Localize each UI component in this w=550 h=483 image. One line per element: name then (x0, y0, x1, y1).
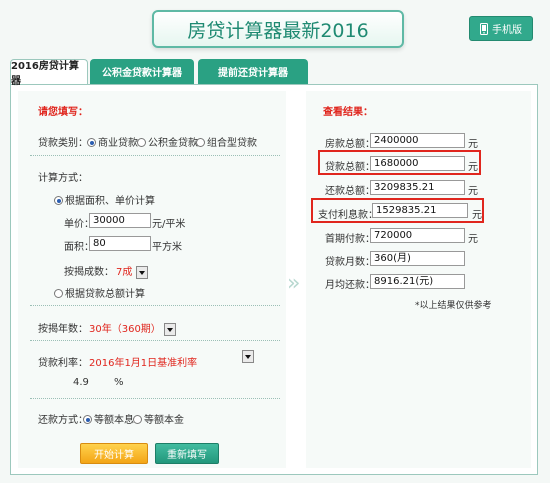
rate-value[interactable]: 4.9 (73, 377, 89, 388)
radio-icon (137, 138, 146, 147)
repay-equal-installment[interactable]: 等额本息 (83, 411, 134, 426)
start-calculate-button[interactable]: 开始计算 (80, 443, 148, 464)
divider (30, 398, 280, 399)
tab-label: 2016房贷计算器 (11, 61, 79, 87)
option-label: 等额本金 (144, 415, 184, 426)
calc-by-loan-option[interactable]: 根据贷款总额计算 (54, 285, 145, 300)
monthly-payment-field[interactable]: 8916.21(元) (370, 274, 465, 289)
down-payment-select[interactable]: 7成 (116, 263, 148, 279)
reset-button[interactable]: 重新填写 (155, 443, 219, 464)
tab-label: 提前还贷计算器 (218, 68, 288, 79)
repay-method-label: 还款方式： (38, 415, 88, 426)
page-title-box: 房贷计算器最新2016 (152, 10, 404, 48)
down-payment-label: 按揭成数： (64, 267, 114, 278)
dropdown-arrow-icon (242, 350, 254, 363)
result-disclaimer: *以上结果仅供参考 (415, 301, 492, 311)
result-section-title: 查看结果： (323, 107, 373, 118)
form-section-title: 请您填写： (38, 107, 88, 118)
radio-icon (83, 415, 92, 424)
rate-select-text[interactable]: 2016年1月1日基准利率 (89, 354, 197, 369)
loan-type-commercial[interactable]: 商业贷款 (87, 134, 138, 149)
loan-months-field[interactable]: 360(月) (370, 251, 465, 266)
rate-label: 贷款利率： (38, 358, 88, 369)
radio-icon (54, 196, 63, 205)
radio-icon (87, 138, 96, 147)
years-value: 30年（360期） (89, 324, 161, 335)
down-payment-value: 7成 (116, 267, 133, 278)
page-title: 房贷计算器最新2016 (187, 19, 369, 42)
result-label: 房款总额： (325, 139, 375, 150)
option-label: 根据面积、单价计算 (65, 196, 155, 207)
unit-price-unit: 元/平米 (152, 219, 186, 230)
years-label: 按揭年数： (38, 324, 88, 335)
result-label: 还款总额： (325, 186, 375, 197)
dropdown-arrow-icon (135, 265, 148, 279)
divider (30, 340, 280, 341)
mobile-version-button[interactable]: 手机版 (469, 16, 533, 41)
result-unit: 元 (468, 186, 478, 197)
rate-select-arrow[interactable] (242, 350, 254, 363)
result-label: 贷款月数： (325, 257, 375, 268)
divider (30, 155, 280, 156)
area-input[interactable]: 80 (89, 236, 151, 251)
interest-total-highlight (311, 198, 484, 223)
rate-unit: % (114, 377, 124, 388)
result-label: 月均还款： (325, 280, 375, 291)
repay-total-field[interactable]: 3209835.21 (370, 180, 465, 195)
radio-icon (133, 415, 142, 424)
repay-equal-principal[interactable]: 等额本金 (133, 411, 184, 426)
option-label: 组合型贷款 (207, 138, 257, 149)
unit-price-input[interactable]: 30000 (89, 213, 151, 228)
mobile-version-label: 手机版 (492, 25, 522, 36)
calc-method-label: 计算方式： (38, 173, 88, 184)
tab-mortgage-2016[interactable]: 2016房贷计算器 (10, 59, 88, 87)
option-label: 商业贷款 (98, 138, 138, 149)
loan-type-combined[interactable]: 组合型贷款 (196, 134, 257, 149)
result-unit: 元 (468, 234, 478, 245)
radio-icon (54, 289, 63, 298)
option-label: 根据贷款总额计算 (65, 289, 145, 300)
dropdown-arrow-icon (164, 322, 176, 336)
option-label: 公积金贷款 (148, 138, 198, 149)
double-chevron-right-icon: » (287, 271, 301, 296)
calc-by-area-option[interactable]: 根据面积、单价计算 (54, 192, 155, 207)
tab-provident-fund[interactable]: 公积金贷款计算器 (90, 59, 194, 84)
house-total-field[interactable]: 2400000 (370, 133, 465, 148)
result-unit: 元 (468, 139, 478, 150)
loan-type-label: 贷款类别： (38, 138, 88, 149)
area-unit: 平方米 (152, 242, 182, 253)
option-label: 等额本息 (94, 415, 134, 426)
divider (30, 305, 280, 306)
result-label: 首期付款： (325, 234, 375, 245)
phone-icon (480, 22, 488, 35)
tab-label: 公积金贷款计算器 (102, 68, 182, 79)
down-payment-field[interactable]: 720000 (370, 228, 465, 243)
radio-icon (196, 138, 205, 147)
tab-prepayment[interactable]: 提前还贷计算器 (198, 59, 308, 84)
loan-total-highlight (318, 150, 481, 175)
loan-type-provident[interactable]: 公积金贷款 (137, 134, 198, 149)
years-select[interactable]: 30年（360期） (89, 320, 176, 336)
